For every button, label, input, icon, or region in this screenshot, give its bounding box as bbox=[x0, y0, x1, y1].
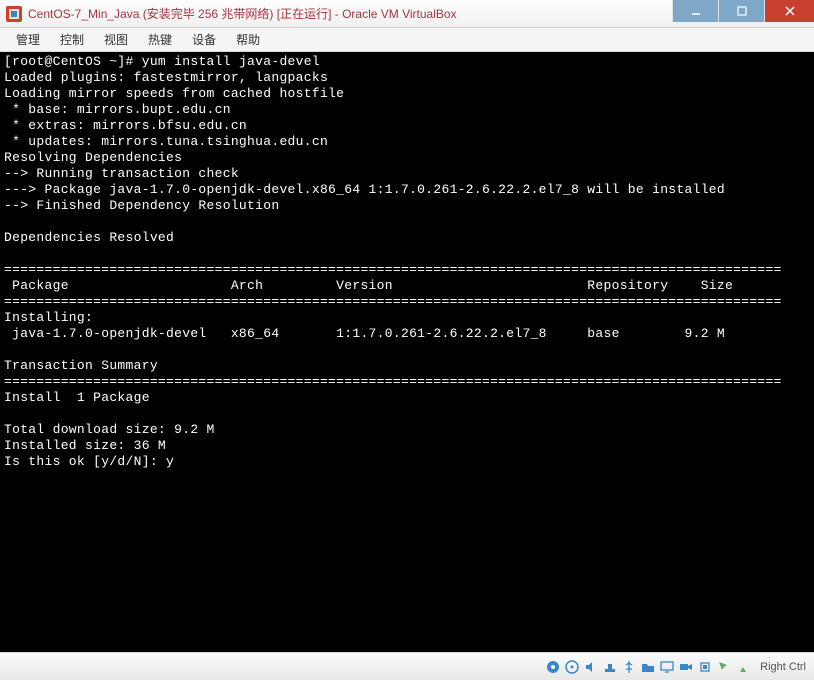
summary-line: Total download size: 9.2 M bbox=[4, 422, 215, 437]
network-icon[interactable] bbox=[602, 659, 618, 675]
table-section: Installing: bbox=[4, 310, 93, 325]
confirm-prompt: Is this ok [y/d/N]: bbox=[4, 454, 166, 469]
table-divider: ========================================… bbox=[4, 262, 782, 277]
close-button[interactable] bbox=[764, 0, 814, 22]
window-controls bbox=[672, 0, 814, 27]
summary-line: Install 1 Package bbox=[4, 390, 150, 405]
display-icon[interactable] bbox=[659, 659, 675, 675]
menu-manage[interactable]: 管理 bbox=[6, 31, 50, 48]
host-key-label: Right Ctrl bbox=[760, 661, 806, 673]
shared-folder-icon[interactable] bbox=[640, 659, 656, 675]
virtualbox-icon bbox=[6, 6, 22, 22]
window-title: CentOS-7_Min_Java (安装完毕 256 兆带网络) [正在运行]… bbox=[28, 5, 672, 22]
terminal-line: * base: mirrors.bupt.edu.cn bbox=[4, 102, 231, 117]
table-row: java-1.7.0-openjdk-devel x86_64 1:1.7.0.… bbox=[4, 326, 725, 341]
statusbar: Right Ctrl bbox=[0, 652, 814, 680]
shell-command: yum install java-devel bbox=[142, 54, 320, 69]
recording-icon[interactable] bbox=[678, 659, 694, 675]
audio-icon[interactable] bbox=[583, 659, 599, 675]
terminal-line: Resolving Dependencies bbox=[4, 150, 182, 165]
menu-view[interactable]: 视图 bbox=[94, 31, 138, 48]
keyboard-icon[interactable] bbox=[735, 659, 751, 675]
optical-drive-icon[interactable] bbox=[564, 659, 580, 675]
menu-help[interactable]: 帮助 bbox=[226, 31, 270, 48]
menu-device[interactable]: 设备 bbox=[182, 31, 226, 48]
terminal-line: * extras: mirrors.bfsu.edu.cn bbox=[4, 118, 247, 133]
terminal-line: --> Running transaction check bbox=[4, 166, 239, 181]
menu-hotkey[interactable]: 热键 bbox=[138, 31, 182, 48]
cpu-icon[interactable] bbox=[697, 659, 713, 675]
shell-prompt: [root@CentOS ~]# bbox=[4, 54, 142, 69]
terminal-line: Loading mirror speeds from cached hostfi… bbox=[4, 86, 344, 101]
table-divider: ========================================… bbox=[4, 374, 782, 389]
summary-header: Transaction Summary bbox=[4, 358, 158, 373]
terminal-line: * updates: mirrors.tuna.tsinghua.edu.cn bbox=[4, 134, 328, 149]
menu-control[interactable]: 控制 bbox=[50, 31, 94, 48]
summary-line: Installed size: 36 M bbox=[4, 438, 166, 453]
menubar: 管理 控制 视图 热键 设备 帮助 bbox=[0, 28, 814, 52]
usb-icon[interactable] bbox=[621, 659, 637, 675]
terminal-line: Loaded plugins: fastestmirror, langpacks bbox=[4, 70, 328, 85]
terminal-line: Dependencies Resolved bbox=[4, 230, 174, 245]
terminal-line: ---> Package java-1.7.0-openjdk-devel.x8… bbox=[4, 182, 725, 197]
terminal-screen[interactable]: [root@CentOS ~]# yum install java-devel … bbox=[0, 52, 814, 652]
table-header: Package Arch Version Repository Size bbox=[4, 278, 733, 293]
confirm-input: y bbox=[166, 454, 174, 469]
terminal-line: --> Finished Dependency Resolution bbox=[4, 198, 279, 213]
titlebar: CentOS-7_Min_Java (安装完毕 256 兆带网络) [正在运行]… bbox=[0, 0, 814, 28]
hard-disk-icon[interactable] bbox=[545, 659, 561, 675]
minimize-button[interactable] bbox=[672, 0, 718, 22]
mouse-integration-icon[interactable] bbox=[716, 659, 732, 675]
table-divider: ========================================… bbox=[4, 294, 782, 309]
maximize-button[interactable] bbox=[718, 0, 764, 22]
